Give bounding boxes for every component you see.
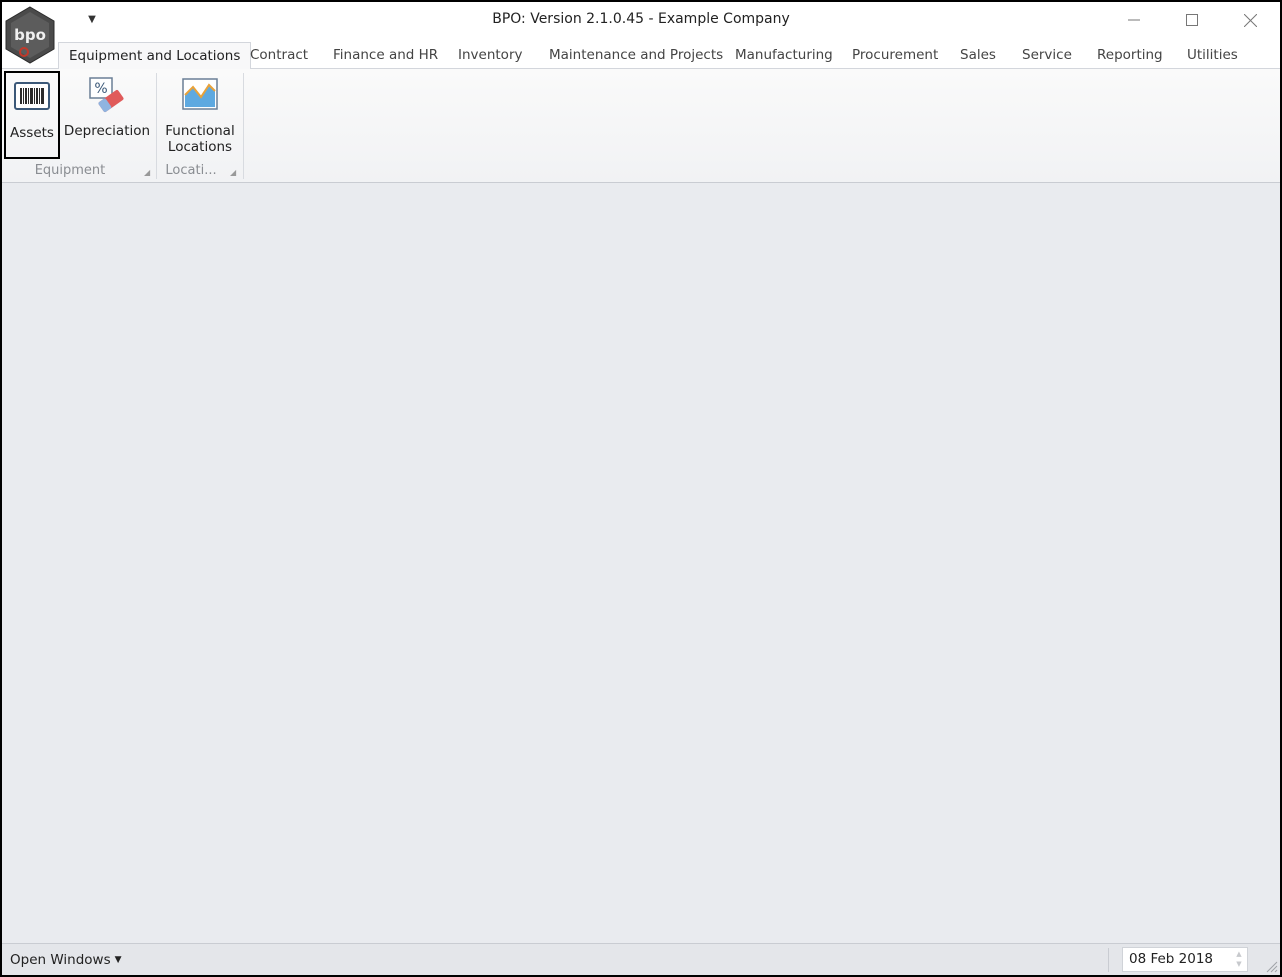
ribbon-panel: Assets % Depreciation Functional Locatio… <box>2 69 1280 183</box>
date-value: 08 Feb 2018 <box>1129 951 1214 967</box>
group-label-locations: Locati... <box>165 163 217 178</box>
logo-text: bpo <box>14 26 46 44</box>
close-button[interactable] <box>1222 2 1278 38</box>
minimize-button[interactable] <box>1106 2 1162 38</box>
date-field[interactable]: 08 Feb 2018 ▲ ▼ <box>1122 947 1248 972</box>
equipment-group-launcher-icon[interactable]: ◢ <box>144 169 152 177</box>
title-bar: BPO: Version 2.1.0.45 - Example Company … <box>2 2 1280 40</box>
status-separator <box>1108 948 1109 972</box>
quick-access-dropdown-icon[interactable]: ▼ <box>84 12 100 28</box>
map-chart-icon <box>182 78 218 110</box>
assets-label: Assets <box>10 125 54 141</box>
tab-sales[interactable]: Sales <box>950 42 1006 69</box>
locations-group-launcher-icon[interactable]: ◢ <box>230 169 238 177</box>
date-spinner-icon[interactable]: ▲ ▼ <box>1233 949 1245 970</box>
maximize-icon <box>1186 14 1198 26</box>
app-menu-logo[interactable]: bpo <box>4 6 56 64</box>
open-windows-label: Open Windows <box>10 952 111 968</box>
main-workspace <box>2 184 1280 943</box>
resize-grip-icon[interactable] <box>1264 959 1278 973</box>
tab-contract[interactable]: Contract <box>240 42 318 69</box>
close-icon <box>1243 13 1257 27</box>
chevron-down-icon: ▼ <box>114 955 122 965</box>
tab-utilities[interactable]: Utilities <box>1177 42 1248 69</box>
window-title: BPO: Version 2.1.0.45 - Example Company <box>492 11 790 27</box>
bpo-logo-icon: bpo <box>5 6 55 64</box>
tab-reporting[interactable]: Reporting <box>1087 42 1173 69</box>
group-label-equipment: Equipment <box>34 163 106 178</box>
depreciation-icon: % <box>89 77 124 113</box>
barcode-icon <box>14 82 50 110</box>
status-bar: Open Windows ▼ 08 Feb 2018 ▲ ▼ <box>2 943 1280 975</box>
ribbon-tabs: Equipment and Locations Contract Finance… <box>2 40 1280 70</box>
maximize-button[interactable] <box>1164 2 1220 38</box>
tab-equipment-and-locations[interactable]: Equipment and Locations <box>58 42 252 70</box>
depreciation-button[interactable]: % Depreciation <box>62 71 152 159</box>
tab-manufacturing[interactable]: Manufacturing <box>725 42 843 69</box>
depreciation-label: Depreciation <box>63 123 151 139</box>
svg-text:%: % <box>94 81 107 97</box>
tab-maintenance-and-projects[interactable]: Maintenance and Projects <box>539 42 733 69</box>
assets-button[interactable]: Assets <box>4 71 60 159</box>
app-window: BPO: Version 2.1.0.45 - Example Company … <box>0 0 1282 977</box>
tab-inventory[interactable]: Inventory <box>448 42 532 69</box>
group-separator <box>243 73 244 179</box>
functional-label-line2: Locations <box>167 139 233 155</box>
tab-finance-and-hr[interactable]: Finance and HR <box>323 42 448 69</box>
functional-locations-label: Functional Locations <box>160 123 240 155</box>
open-windows-menu[interactable]: Open Windows ▼ <box>10 952 122 968</box>
tab-procurement[interactable]: Procurement <box>842 42 948 69</box>
minimize-icon <box>1128 19 1140 21</box>
functional-locations-button[interactable]: Functional Locations <box>160 71 240 159</box>
tab-service[interactable]: Service <box>1012 42 1082 69</box>
functional-label-line1: Functional <box>165 123 235 139</box>
group-separator <box>156 73 157 179</box>
